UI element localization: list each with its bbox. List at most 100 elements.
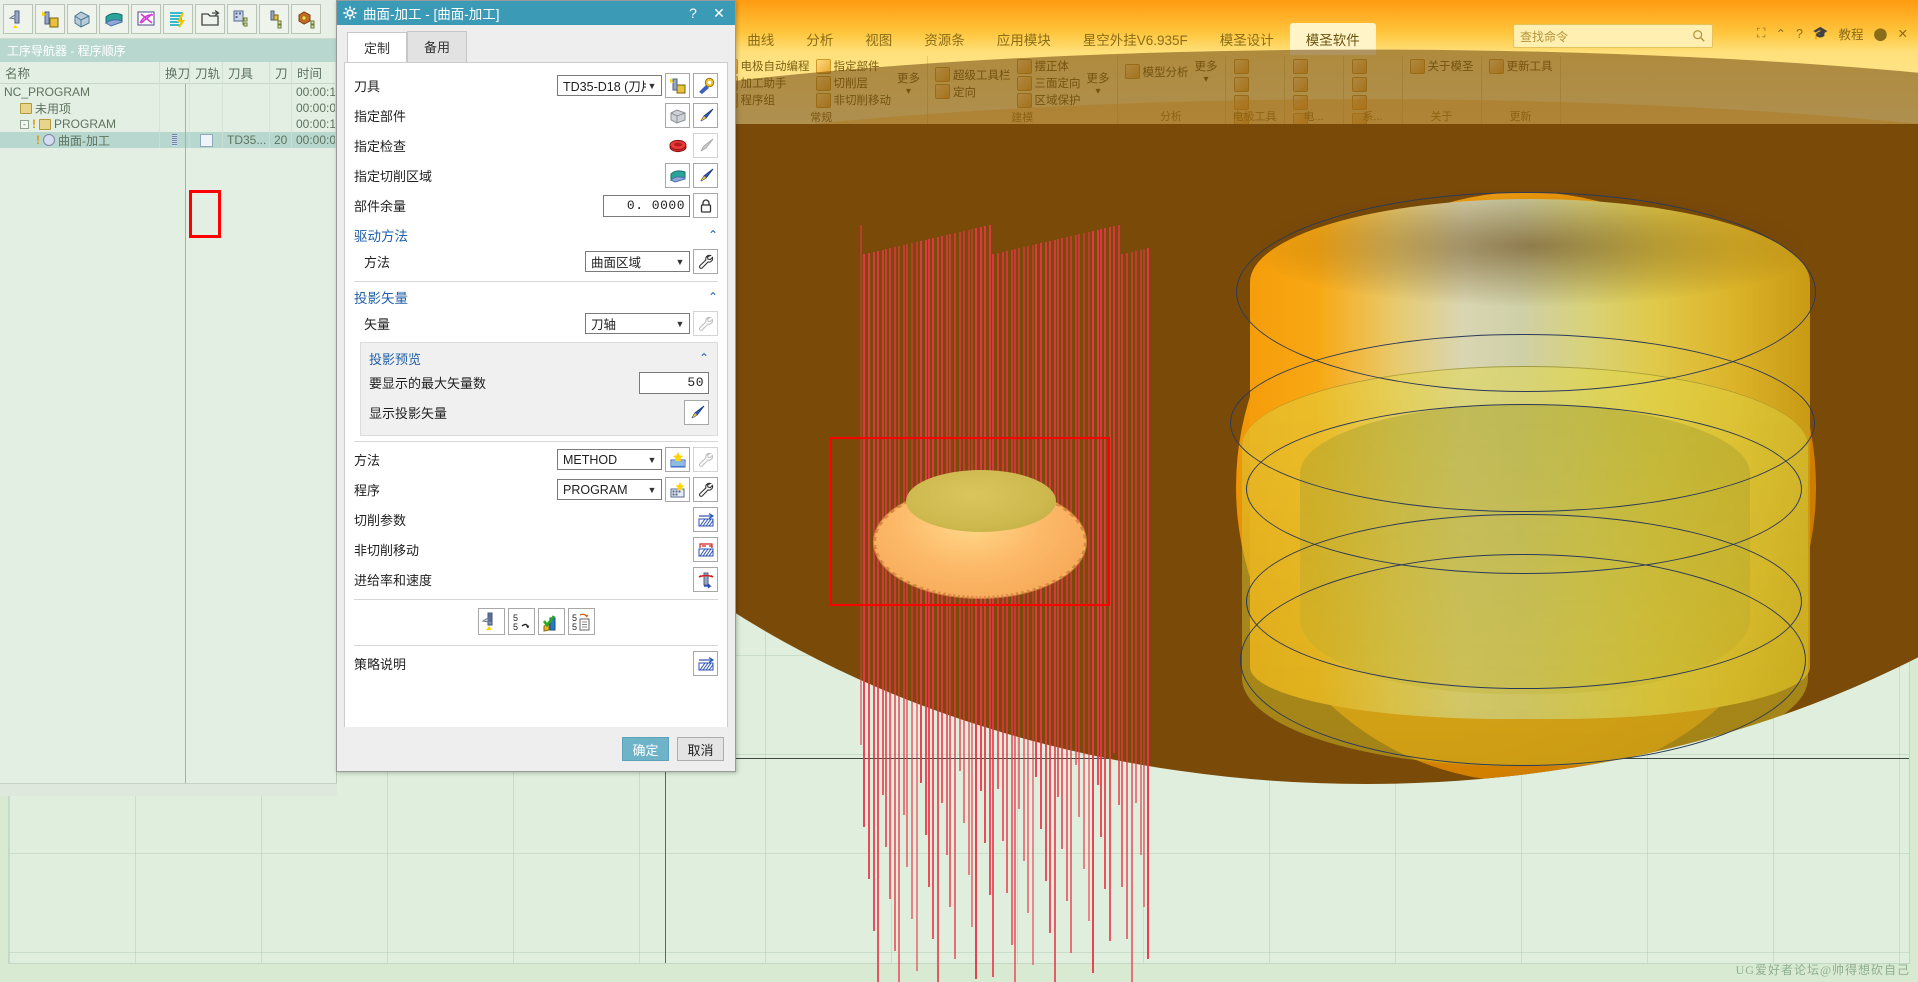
- tree-cell-toolpath[interactable]: [190, 100, 223, 116]
- ribbon-tab-6[interactable]: 应用模块: [981, 23, 1067, 55]
- operation-navigator-panel[interactable]: 工序导航器 - 程序顺序 名称 换刀 刀轨 刀具刀时间 NC_PROGRAM 00:00…: [0, 0, 337, 796]
- close-icon[interactable]: ✕: [1898, 26, 1908, 41]
- show-projection-vectors-button[interactable]: [684, 400, 709, 425]
- operation-tree[interactable]: 名称换刀刀轨刀具刀时间 NC_PROGRAM 00:00:12 未用项 00:00:0…: [0, 61, 336, 792]
- ribbon-toolbar[interactable]: 文件(F)主页曲线分析视图资源条应用模块星空外挂V6.935F模圣设计模圣软件 …: [600, 0, 1918, 124]
- projection-vector-section-header[interactable]: 投影矢量 ⌃: [354, 285, 718, 309]
- drive-method-section-header[interactable]: 驱动方法 ⌃: [354, 223, 718, 247]
- part-stock-row[interactable]: 部件余量 0. 0000: [354, 191, 718, 220]
- tree-cell-time[interactable]: 00:00:12: [292, 84, 336, 100]
- cut-parameters-button[interactable]: [693, 507, 718, 532]
- create-tool-button[interactable]: [665, 73, 690, 98]
- specify-check-button[interactable]: [665, 133, 690, 158]
- ribbon-tab-2[interactable]: 曲线: [731, 23, 790, 55]
- navigator-tool-generate-toolpath-icon[interactable]: [163, 4, 193, 34]
- tree-row[interactable]: ! 曲面-加工 TD35... 20 00:00:00: [0, 132, 336, 148]
- chevron-up-icon[interactable]: ⌃: [1775, 26, 1785, 41]
- tree-cell-tnum[interactable]: [270, 84, 292, 100]
- program-combo[interactable]: PROGRAM ▼: [557, 479, 662, 500]
- tree-cell-time[interactable]: 00:00:12: [292, 116, 336, 132]
- chevron-up-icon[interactable]: ⌃: [708, 228, 718, 242]
- ribbon-group-6[interactable]: 电...: [1285, 56, 1344, 124]
- ribbon-tool-icon[interactable]: [1351, 59, 1367, 74]
- tree-row-name-cell[interactable]: 未用项: [0, 100, 160, 116]
- ribbon-tab-strip[interactable]: 文件(F)主页曲线分析视图资源条应用模块星空外挂V6.935F模圣设计模圣软件: [600, 22, 1918, 56]
- tree-header-0[interactable]: 名称: [0, 61, 160, 84]
- tree-row[interactable]: 未用项 00:00:00: [0, 100, 336, 116]
- ribbon-tool-icon[interactable]: [1351, 77, 1367, 92]
- ribbon-item[interactable]: 模型分析: [1124, 64, 1189, 80]
- method-row[interactable]: 方法 METHOD ▼: [354, 445, 718, 474]
- edit-method-button[interactable]: [693, 447, 718, 472]
- feeds-speeds-button[interactable]: [693, 567, 718, 592]
- ribbon-item[interactable]: 超级工具栏: [935, 67, 1011, 83]
- tree-header-2[interactable]: 刀轨: [190, 61, 223, 84]
- ribbon-column-0[interactable]: 模型分析: [1124, 64, 1189, 80]
- ribbon-tab-9[interactable]: 模圣软件: [1289, 23, 1376, 55]
- ribbon-item[interactable]: 关于模圣: [1409, 58, 1474, 74]
- max-vectors-input[interactable]: 50: [639, 371, 709, 394]
- ribbon-column-0[interactable]: 更新工具: [1488, 58, 1553, 74]
- tree-cell-toolpath[interactable]: [190, 84, 223, 100]
- dialog-help-button[interactable]: ?: [683, 5, 703, 21]
- tree-cell-tnum[interactable]: [270, 116, 292, 132]
- drive-method-row[interactable]: 方法 曲面区域 ▼: [354, 247, 718, 276]
- ribbon-item[interactable]: 定向: [935, 84, 1011, 100]
- navigator-horizontal-scrollbar[interactable]: [0, 783, 337, 796]
- action-list-toolpath-icon[interactable]: 55: [567, 608, 595, 635]
- edit-projection-vector-button[interactable]: [693, 311, 718, 336]
- surface-machining-dialog[interactable]: 曲面-加工 - [曲面-加工] ? ✕ 定制 备用 刀具 TD35-D18 (刀片…: [336, 0, 736, 772]
- tree-cell-time[interactable]: 00:00:00: [292, 100, 336, 116]
- projection-vector-combo[interactable]: 刀轴 ▼: [585, 313, 690, 334]
- ribbon-group-9[interactable]: 更新工具 更新: [1482, 56, 1561, 124]
- strategy-description-row[interactable]: 策略说明: [354, 649, 718, 678]
- ribbon-window-controls[interactable]: ⛶ ⌃ ? 🎓 教程 ⬤ ✕: [1757, 24, 1908, 43]
- specify-part-button[interactable]: [665, 103, 690, 128]
- navigator-tool-create-operation-icon[interactable]: [35, 4, 65, 34]
- ribbon-tab-5[interactable]: 资源条: [908, 23, 981, 55]
- edit-drive-method-button[interactable]: [693, 249, 718, 274]
- ribbon-tool-icon[interactable]: [1292, 59, 1308, 74]
- ribbon-more-button[interactable]: 更多 ▾: [897, 70, 920, 97]
- fullscreen-icon[interactable]: ⛶: [1757, 26, 1766, 41]
- chevron-down-icon[interactable]: ▾: [1095, 86, 1100, 97]
- dialog-tab-strip[interactable]: 定制 备用: [337, 25, 735, 63]
- part-stock-lock-button[interactable]: [693, 193, 718, 218]
- tree-column-headers[interactable]: 名称 换刀 刀轨 刀具刀时间: [0, 61, 336, 84]
- drive-method-combo[interactable]: 曲面区域 ▼: [585, 251, 690, 272]
- create-method-button[interactable]: [665, 447, 690, 472]
- ribbon-tool-icon[interactable]: [1292, 77, 1308, 92]
- ribbon-group-4[interactable]: 模型分析 更多 ▾ 分析: [1118, 56, 1226, 124]
- tree-cell-time[interactable]: 00:00:00: [292, 132, 336, 148]
- tree-cell-tool[interactable]: [223, 100, 270, 116]
- navigator-toolbar[interactable]: [0, 0, 336, 39]
- tree-header-4[interactable]: 刀: [270, 61, 292, 84]
- action-replay-toolpath-icon[interactable]: 55: [507, 608, 535, 635]
- tool-row[interactable]: 刀具 TD35-D18 (刀片 ▼: [354, 71, 718, 100]
- toolpath-action-buttons[interactable]: 55 55: [354, 603, 718, 640]
- ribbon-group-8[interactable]: 关于模圣 关于: [1403, 56, 1482, 124]
- ribbon-item[interactable]: 区域保护: [1016, 92, 1081, 108]
- method-combo[interactable]: METHOD ▼: [557, 449, 662, 470]
- tree-cell-tool[interactable]: [223, 84, 270, 100]
- specify-cut-area-button[interactable]: [665, 163, 690, 188]
- select-part-geometry-button[interactable]: [693, 103, 718, 128]
- ok-button[interactable]: 确定: [622, 737, 669, 761]
- tutorial-label[interactable]: 教程: [1839, 24, 1864, 43]
- ribbon-tab-4[interactable]: 视图: [849, 23, 908, 55]
- program-row[interactable]: 程序 PROGRAM ▼: [354, 475, 718, 504]
- ribbon-column-0[interactable]: 超级工具栏 定向: [935, 67, 1011, 100]
- graduation-cap-icon[interactable]: 🎓: [1813, 26, 1829, 41]
- tree-cell-tool[interactable]: [223, 116, 270, 132]
- navigator-tool-machine-group-icon[interactable]: [291, 4, 321, 34]
- cut-parameters-row[interactable]: 切削参数: [354, 505, 718, 534]
- projection-preview-header[interactable]: 投影预览 ⌃: [369, 348, 709, 368]
- navigator-tool-post-process-icon[interactable]: [195, 4, 225, 34]
- ribbon-item[interactable]: 非切削移动: [815, 92, 891, 108]
- action-generate-toolpath-icon[interactable]: [477, 608, 505, 635]
- tool-combo[interactable]: TD35-D18 (刀片 ▼: [557, 75, 662, 96]
- tree-header-5[interactable]: 时间: [292, 61, 336, 84]
- tree-header-1[interactable]: 换刀: [160, 61, 190, 84]
- dialog-close-button[interactable]: ✕: [709, 5, 729, 22]
- max-vectors-row[interactable]: 要显示的最大矢量数 50: [369, 368, 709, 397]
